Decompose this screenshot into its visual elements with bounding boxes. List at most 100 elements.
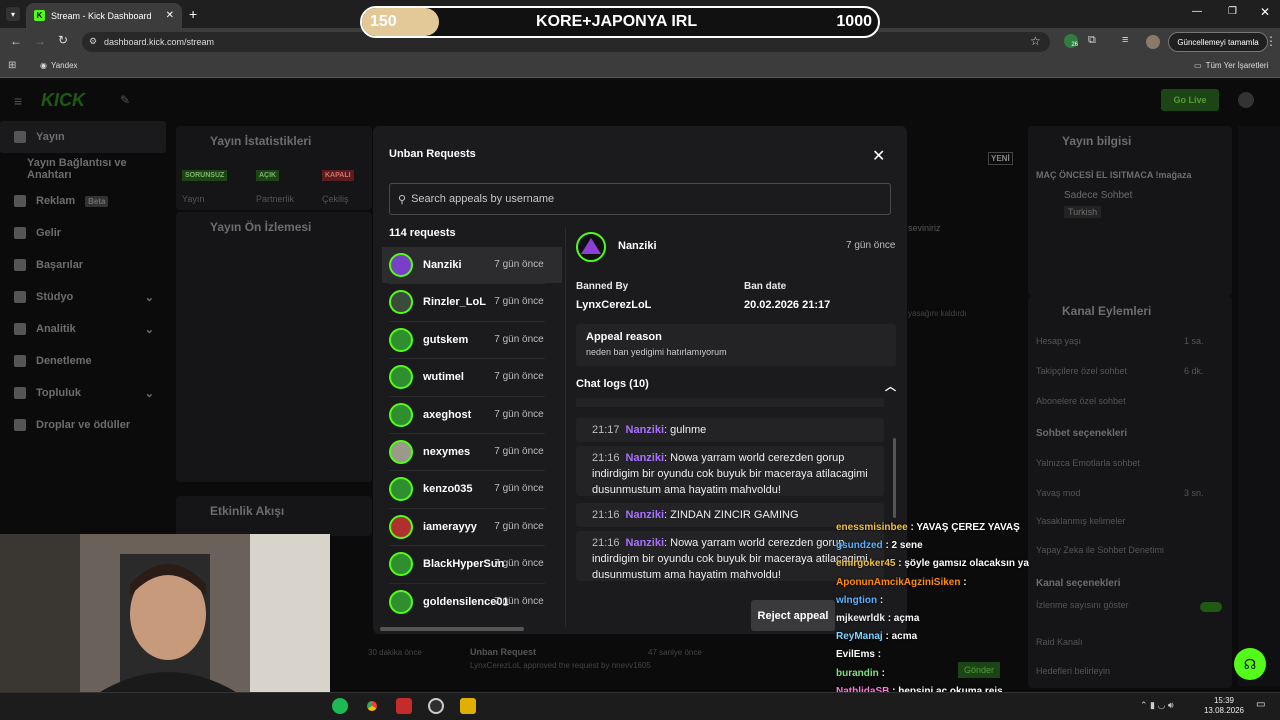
preview-title: Yayın Ön İzlemesi bbox=[210, 220, 312, 234]
media-icon[interactable]: ≡ bbox=[1122, 34, 1128, 46]
site-info-icon[interactable]: ⚙ bbox=[89, 36, 97, 47]
chat-logs-header[interactable]: Chat logs (10) ︿ bbox=[576, 378, 896, 394]
send-button[interactable]: Gönder bbox=[958, 662, 1001, 678]
log-user[interactable]: Nanziki bbox=[626, 537, 665, 549]
request-list-item[interactable]: axeghost 7 gün önce bbox=[382, 397, 562, 433]
request-list-item[interactable]: nexymes 7 gün önce bbox=[382, 434, 562, 470]
search-input[interactable]: ⚲ Search appeals by username bbox=[389, 183, 891, 215]
sidebar-item-income[interactable]: Gelir bbox=[0, 217, 61, 249]
app-icon[interactable] bbox=[460, 698, 476, 714]
chat-text: : şöyle gamsız olacaksın ya bbox=[898, 558, 1029, 570]
request-list-item[interactable]: BlackHyperSun 7 gün önce bbox=[382, 546, 562, 582]
menu-icon[interactable]: ⋮ bbox=[1265, 34, 1277, 48]
bookmark-yandex[interactable]: ◉ Yandex bbox=[40, 61, 78, 70]
request-list-item[interactable]: Nanziki 7 gün önce bbox=[382, 247, 562, 283]
new-tab-button[interactable]: + bbox=[189, 6, 197, 22]
browser-tab[interactable]: K Stream - Kick Dashboard ✕ bbox=[26, 3, 182, 28]
log-user[interactable]: Nanziki bbox=[626, 424, 665, 436]
chevron-down-icon: ⌄ bbox=[144, 291, 154, 304]
request-list-item[interactable]: gutskem 7 gün önce bbox=[382, 322, 562, 358]
chevron-down-icon: ⌄ bbox=[144, 387, 154, 400]
request-list-item[interactable]: iamerayyy 7 gün önce bbox=[382, 509, 562, 545]
reject-appeal-button[interactable]: Reject appeal bbox=[751, 600, 835, 631]
list-separator bbox=[389, 320, 545, 322]
appeal-reason-box: Appeal reason neden ban yedigimi hatırla… bbox=[576, 324, 896, 366]
close-icon[interactable]: ✕ bbox=[872, 146, 885, 166]
trophy-icon bbox=[14, 259, 26, 271]
detail-time: 7 gün önce bbox=[846, 240, 896, 251]
logs-scrollbar[interactable] bbox=[893, 438, 896, 518]
tray-icons[interactable]: ⌃ ▮ ◡ 🔊︎ bbox=[1140, 700, 1174, 711]
sidebar-item-ads[interactable]: Reklam Beta bbox=[0, 185, 109, 217]
analytics-icon bbox=[14, 323, 26, 335]
log-user[interactable]: Nanziki bbox=[626, 452, 665, 464]
bookmark-star-icon[interactable]: ☆ bbox=[1030, 34, 1041, 48]
sidebar-item-studio[interactable]: Stüdyo ⌄ bbox=[0, 281, 166, 313]
forward-icon[interactable]: → bbox=[34, 34, 46, 48]
bottom-unban-title: Unban Request bbox=[470, 647, 537, 657]
log-user[interactable]: Nanziki bbox=[626, 509, 665, 521]
chat-text: : bbox=[879, 594, 884, 606]
log-time: 21:16 bbox=[592, 509, 620, 521]
log-time: 21:16 bbox=[592, 452, 620, 464]
request-username: wutimel bbox=[423, 371, 464, 384]
channel-option-label: Raid Kanalı bbox=[1036, 637, 1083, 647]
chat-username: burandin bbox=[836, 667, 879, 679]
obs-icon[interactable] bbox=[428, 698, 444, 714]
support-icon[interactable]: ☊ bbox=[1234, 648, 1266, 680]
sidebar-item-achievements[interactable]: Başarılar bbox=[0, 249, 83, 281]
request-time: 7 gün önce bbox=[494, 558, 544, 570]
extension-icon[interactable]: 26 bbox=[1064, 34, 1078, 48]
log-text: ZINDAN ZINCIR GAMING bbox=[670, 509, 799, 521]
sidebar-item-stream[interactable]: Yayın bbox=[0, 121, 166, 153]
list-scrollbar[interactable] bbox=[380, 627, 524, 631]
all-bookmarks[interactable]: ▭ Tüm Yer İşaretleri bbox=[1194, 61, 1268, 70]
profile-avatar[interactable] bbox=[1146, 35, 1160, 49]
request-list-item[interactable]: Rinzler_LoL 7 gün önce bbox=[382, 284, 562, 320]
tab-search-button[interactable]: ▾ bbox=[6, 7, 20, 21]
app-icon[interactable] bbox=[396, 698, 412, 714]
update-button[interactable]: Güncellemeyi tamamla bbox=[1168, 32, 1268, 52]
sidebar-item-label: Başarılar bbox=[36, 259, 84, 271]
notification-icon[interactable]: ▭ bbox=[1256, 699, 1265, 710]
puzzle-icon[interactable]: ⧉ bbox=[1088, 34, 1096, 47]
reload-icon[interactable]: ↻ bbox=[58, 33, 68, 47]
sidebar-item-moderation[interactable]: Denetleme bbox=[0, 345, 92, 377]
list-separator bbox=[389, 545, 545, 547]
bottom-unban-time: 47 saniye önce bbox=[648, 648, 702, 657]
toggle-switch[interactable] bbox=[1200, 602, 1222, 612]
chrome-icon[interactable] bbox=[364, 698, 380, 714]
banned-by-label: Banned By bbox=[576, 281, 629, 292]
go-live-button[interactable]: Go Live bbox=[1161, 89, 1219, 111]
chat-username: ReyManaj bbox=[836, 631, 883, 643]
ban-date-label: Ban date bbox=[744, 281, 787, 292]
request-list-item[interactable]: goldensilence01 7 gün önce bbox=[382, 584, 562, 620]
close-window-button[interactable]: ✕ bbox=[1260, 5, 1270, 19]
detail-username: Nanziki bbox=[618, 240, 657, 252]
modal-title: Unban Requests bbox=[389, 148, 476, 160]
user-avatar[interactable] bbox=[1238, 92, 1254, 108]
minimize-button[interactable]: — bbox=[1192, 6, 1202, 17]
chat-option-label: Yapay Zeka ile Sohbet Denetimi bbox=[1036, 545, 1164, 555]
chat-log-cutoff bbox=[576, 398, 884, 407]
all-bookmarks-label: Tüm Yer İşaretleri bbox=[1205, 61, 1269, 70]
chat-overlay-line: EvilEms : bbox=[836, 649, 881, 660]
url-text: dashboard.kick.com/stream bbox=[104, 37, 215, 47]
request-list-item[interactable]: wutimel 7 gün önce bbox=[382, 359, 562, 395]
sidebar-item-community[interactable]: Topluluk ⌄ bbox=[0, 377, 166, 409]
clock[interactable]: 15:39 13.08.2026 bbox=[1196, 696, 1252, 716]
maximize-button[interactable]: ❐ bbox=[1228, 6, 1237, 17]
chevron-down-icon: ⌄ bbox=[144, 323, 154, 336]
spotify-icon[interactable] bbox=[332, 698, 348, 714]
sidebar-item-analytics[interactable]: Analitik ⌄ bbox=[0, 313, 166, 345]
sidebar-item-stream-key[interactable]: Yayın Bağlantısı ve Anahtarı bbox=[0, 153, 172, 185]
request-list-item[interactable]: kenzo035 7 gün önce bbox=[382, 471, 562, 507]
preview-panel: Yayın Ön İzlemesi bbox=[176, 212, 372, 482]
apps-grid-icon[interactable]: ⊞ bbox=[8, 60, 16, 71]
bottom-unban-detail: LynxCerezLoL approved the request by nne… bbox=[470, 661, 651, 670]
gift-icon bbox=[14, 419, 26, 431]
back-icon[interactable]: ← bbox=[10, 34, 22, 48]
sidebar-item-drops[interactable]: Droplar ve ödüller bbox=[0, 409, 130, 441]
close-tab-icon[interactable]: ✕ bbox=[166, 10, 174, 21]
log-time: 21:17 bbox=[592, 424, 620, 436]
